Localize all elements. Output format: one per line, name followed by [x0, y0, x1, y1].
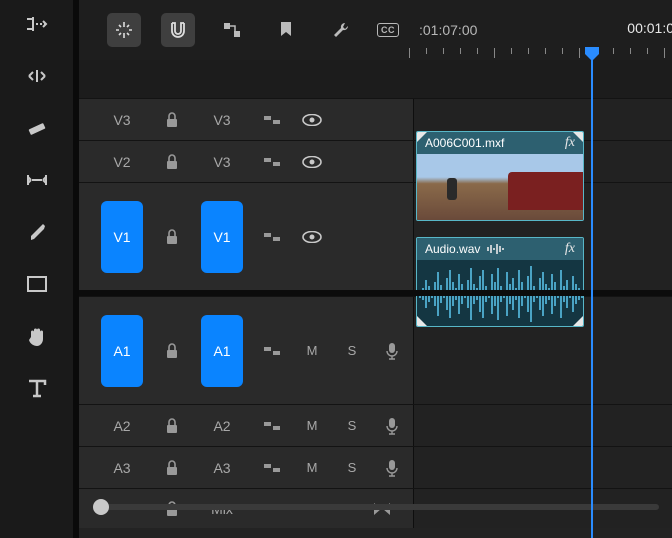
- clip-label-text: Audio.wav: [425, 242, 480, 256]
- timeline-zoom-scrollbar[interactable]: [99, 504, 659, 510]
- track-a3: A3 A3 M S: [79, 446, 672, 488]
- track-patch-v3[interactable]: V3: [201, 101, 243, 139]
- ruler-timecode: :01:07:00: [419, 22, 477, 38]
- lock-icon[interactable]: [161, 415, 183, 437]
- video-clip[interactable]: A006C001.mxf fx: [416, 131, 584, 221]
- slip-tool[interactable]: [23, 166, 51, 194]
- rectangle-tool[interactable]: [23, 270, 51, 298]
- track-patch-a2[interactable]: A2: [201, 407, 243, 445]
- ruler-timecode-end: 00:01:0: [627, 20, 672, 36]
- track-source-a3[interactable]: A3: [101, 449, 143, 487]
- timeline-zoom-handle[interactable]: [93, 499, 109, 515]
- audio-clip[interactable]: Audio.wav fx: [416, 237, 584, 327]
- toggle-output-icon[interactable]: [301, 109, 323, 131]
- lock-icon[interactable]: [161, 340, 183, 362]
- clip-thumbnail: [417, 154, 583, 220]
- track-patch-a1[interactable]: A1: [201, 315, 243, 387]
- solo-button[interactable]: S: [341, 415, 363, 437]
- sync-lock-icon[interactable]: [261, 151, 283, 173]
- track-patch-a3[interactable]: A3: [201, 449, 243, 487]
- track-source-v1[interactable]: V1: [101, 201, 143, 273]
- playhead-marker[interactable]: [584, 46, 600, 62]
- toggle-output-icon[interactable]: [301, 151, 323, 173]
- track-source-a2[interactable]: A2: [101, 407, 143, 445]
- track-patch-v2[interactable]: V3: [201, 143, 243, 181]
- lock-icon[interactable]: [161, 109, 183, 131]
- sync-lock-icon[interactable]: [261, 340, 283, 362]
- ripple-edit-tool[interactable]: [23, 10, 51, 38]
- lock-icon[interactable]: [161, 457, 183, 479]
- clip-label-text: A006C001.mxf: [425, 136, 504, 150]
- toggle-output-icon[interactable]: [301, 226, 323, 248]
- type-tool[interactable]: [23, 374, 51, 402]
- mute-button[interactable]: M: [301, 457, 323, 479]
- solo-button[interactable]: S: [341, 457, 363, 479]
- sync-lock-icon[interactable]: [261, 415, 283, 437]
- fx-badge: fx: [565, 241, 575, 257]
- track-patch-v1[interactable]: V1: [201, 201, 243, 273]
- insert-overwrite-mode-button[interactable]: [107, 13, 141, 47]
- track-source-a1[interactable]: A1: [101, 315, 143, 387]
- snap-button[interactable]: [161, 13, 195, 47]
- video-audio-divider[interactable]: [79, 290, 672, 296]
- sync-lock-icon[interactable]: [261, 109, 283, 131]
- captions-button[interactable]: CC: [377, 23, 399, 37]
- track-source-v3[interactable]: V3: [101, 101, 143, 139]
- voiceover-icon[interactable]: [381, 340, 403, 362]
- sync-lock-icon[interactable]: [261, 457, 283, 479]
- mute-button[interactable]: M: [301, 415, 323, 437]
- solo-button[interactable]: S: [341, 340, 363, 362]
- playhead-line: [591, 60, 593, 538]
- voiceover-icon[interactable]: [381, 415, 403, 437]
- track-source-v2[interactable]: V2: [101, 143, 143, 181]
- waveform-icon: [486, 243, 504, 255]
- lock-icon[interactable]: [161, 226, 183, 248]
- razor-tool[interactable]: [23, 114, 51, 142]
- sync-lock-icon[interactable]: [261, 226, 283, 248]
- linked-selection-button[interactable]: [215, 13, 249, 47]
- lock-icon[interactable]: [161, 151, 183, 173]
- pen-tool[interactable]: [23, 218, 51, 246]
- mute-button[interactable]: M: [301, 340, 323, 362]
- hand-tool[interactable]: [23, 322, 51, 350]
- marker-button[interactable]: [269, 13, 303, 47]
- voiceover-icon[interactable]: [381, 457, 403, 479]
- rolling-edit-tool[interactable]: [23, 62, 51, 90]
- settings-wrench-button[interactable]: [323, 13, 357, 47]
- track-a2: A2 A2 M S: [79, 404, 672, 446]
